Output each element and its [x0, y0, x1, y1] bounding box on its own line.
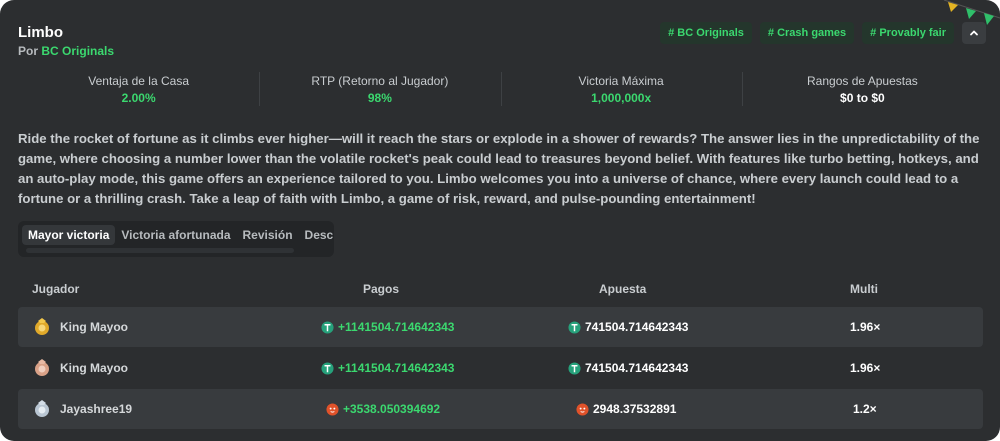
medal-avatar-icon	[35, 400, 49, 417]
table-row[interactable]: Jayashree19 +3538.050394692 2948.3753289…	[18, 389, 983, 429]
payout-value: +1141504.714642343	[338, 361, 455, 375]
header-multi: Multi	[850, 282, 878, 296]
table-row[interactable]: King Mayoo +1141504.714642343 741504.714…	[18, 307, 983, 347]
stat-value: $0 to $0	[840, 91, 885, 105]
player-cell: King Mayoo	[32, 307, 128, 347]
tag-crash-games[interactable]: # Crash games	[759, 22, 855, 44]
tab-mayor-victoria[interactable]: Mayor victoria	[22, 225, 116, 245]
player-cell: King Mayoo	[32, 348, 128, 388]
stat-label: RTP (Retorno al Jugador)	[311, 74, 449, 88]
payout-value: +1141504.714642343	[338, 320, 455, 334]
payout-value: +3538.050394692	[343, 402, 441, 416]
table-header: Jugador Pagos Apuesta Multi	[18, 280, 983, 298]
collapse-button[interactable]	[962, 22, 986, 44]
stat-value: 2.00%	[121, 91, 156, 105]
multi-value: 1.2×	[853, 402, 877, 416]
chevron-up-icon	[970, 30, 978, 36]
header-bet: Apuesta	[599, 282, 647, 296]
tether-coin-icon	[321, 361, 334, 375]
medal-avatar-icon	[35, 359, 49, 376]
stat-value: 1,000,000x	[591, 91, 652, 105]
multi-cell: 1.96×	[850, 307, 880, 347]
player-name[interactable]: Jayashree19	[60, 402, 132, 416]
player-name[interactable]: King Mayoo	[60, 361, 128, 375]
payout-cell: +1141504.714642343	[321, 348, 454, 388]
bet-cell: 741504.714642343	[568, 348, 688, 388]
stat-bet-range: Rangos de Apuestas $0 to $0	[741, 70, 983, 108]
provider-link[interactable]: BC Originals	[41, 44, 114, 58]
stat-house-edge: Ventaja de la Casa 2.00%	[18, 70, 259, 108]
game-title: Limbo	[18, 24, 63, 41]
tag-list: # BC Originals # Crash games # Provably …	[660, 22, 986, 44]
tether-coin-icon	[321, 320, 334, 334]
header-player: Jugador	[32, 282, 80, 296]
player-cell: Jayashree19	[32, 389, 132, 429]
bet-cell: 741504.714642343	[568, 307, 688, 347]
table-row[interactable]: King Mayoo +1141504.714642343 741504.714…	[18, 348, 983, 388]
game-description: Ride the rocket of fortune as it climbs …	[18, 131, 980, 206]
payout-cell: +1141504.714642343	[321, 307, 454, 347]
bet-value: 741504.714642343	[585, 361, 689, 375]
stat-rtp: RTP (Retorno al Jugador) 98%	[259, 70, 500, 108]
tab-victoria-afortunada[interactable]: Victoria afortunada	[115, 225, 236, 245]
bet-value: 741504.714642343	[585, 320, 689, 334]
stats-bar: Ventaja de la Casa 2.00% RTP (Retorno al…	[18, 70, 983, 108]
payout-cell: +3538.050394692	[326, 389, 440, 429]
player-name[interactable]: King Mayoo	[60, 320, 128, 334]
header-payout: Pagos	[363, 282, 400, 296]
tab-scrollbar[interactable]	[26, 248, 294, 253]
tab-revision[interactable]: Revisión	[237, 225, 299, 245]
multi-cell: 1.2×	[853, 389, 877, 429]
shib-coin-icon	[576, 402, 589, 416]
multi-cell: 1.96×	[850, 348, 880, 388]
stat-label: Victoria Máxima	[578, 74, 664, 88]
stat-value: 98%	[367, 91, 392, 105]
bet-value: 2948.37532891	[593, 402, 677, 416]
shib-coin-icon	[326, 402, 339, 416]
medal-avatar-icon	[35, 318, 49, 335]
tag-bc-originals[interactable]: # BC Originals	[660, 22, 752, 44]
tag-provably-fair[interactable]: # Provably fair	[862, 22, 954, 44]
tab-bar: Mayor victoria Victoria afortunada Revis…	[18, 221, 334, 257]
stat-max-win: Victoria Máxima 1,000,000x	[500, 70, 742, 108]
byline-prefix: Por	[18, 44, 39, 58]
multi-value: 1.96×	[850, 361, 881, 375]
multi-value: 1.96×	[850, 320, 881, 334]
tether-coin-icon	[568, 320, 581, 334]
stat-label: Ventaja de la Casa	[88, 74, 189, 88]
game-info-panel: Limbo Por BC Originals # BC Originals # …	[0, 0, 1000, 441]
bet-cell: 2948.37532891	[576, 389, 676, 429]
stat-label: Rangos de Apuestas	[807, 74, 918, 88]
tether-coin-icon	[568, 361, 581, 375]
tab-descripcion[interactable]: Descrip	[299, 225, 334, 245]
game-byline: Por BC Originals	[18, 44, 114, 58]
